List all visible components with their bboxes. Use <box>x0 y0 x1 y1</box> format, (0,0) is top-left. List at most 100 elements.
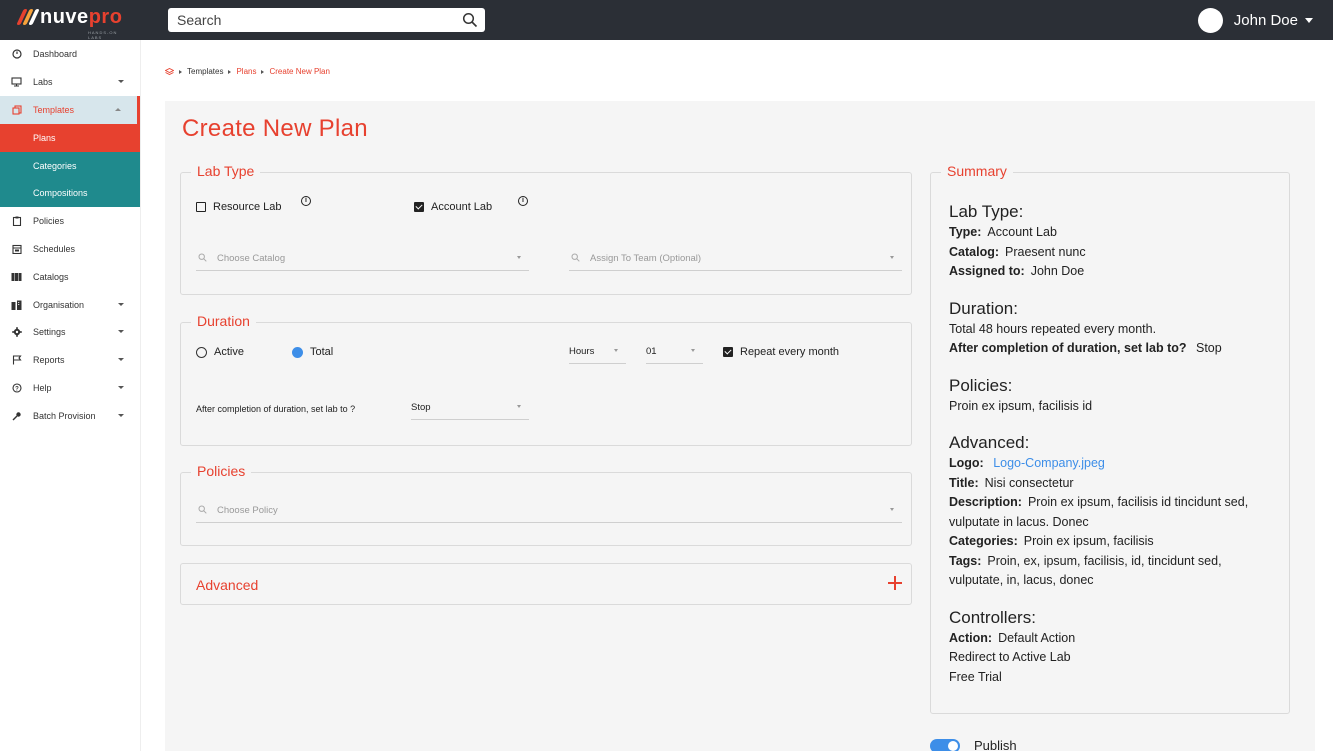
duration-legend: Duration <box>191 313 256 329</box>
duration-unit-select[interactable]: Hours <box>569 338 626 364</box>
sidebar-subitem-compositions[interactable]: Compositions <box>0 179 140 208</box>
user-name: John Doe <box>1233 12 1298 29</box>
policy-select[interactable]: Choose Policy <box>196 497 902 523</box>
sidebar-item-help[interactable]: ? Help <box>0 374 140 402</box>
building-icon <box>11 299 22 310</box>
flag-icon <box>11 355 22 366</box>
chevron-down-icon <box>517 405 521 408</box>
summary-key: Title: <box>949 475 979 490</box>
publish-toggle[interactable]: Publish <box>930 738 1017 751</box>
sidebar-item-organisation[interactable]: Organisation <box>0 291 140 319</box>
repeat-label: Repeat every month <box>740 346 840 358</box>
sidebar-item-policies[interactable]: Policies <box>0 207 140 235</box>
user-menu[interactable]: John Doe <box>1197 8 1313 33</box>
advanced-label: Advanced <box>196 577 259 593</box>
sidebar-item-label: Help <box>33 382 52 393</box>
summary-value: Proin ex ipsum, facilisis id <box>949 398 1093 413</box>
sidebar-item-labs[interactable]: Labs <box>0 68 140 96</box>
duration-amount-value: 01 <box>646 346 657 357</box>
search-icon <box>571 253 580 262</box>
sidebar-item-label: Schedules <box>33 243 76 254</box>
sidebar-item-label: Templates <box>33 104 75 115</box>
summary-value: Praesent nunc <box>1005 244 1086 259</box>
summary-value: Proin ex ipsum, facilisis <box>1023 534 1154 548</box>
policy-placeholder: Choose Policy <box>217 505 278 516</box>
search-input[interactable] <box>168 8 458 32</box>
sidebar-item-label: Batch Provision <box>33 410 96 421</box>
info-icon[interactable]: i <box>301 196 311 206</box>
summary-key: Description: <box>949 495 1022 509</box>
account-lab-checkbox[interactable]: Account Lab <box>414 201 492 213</box>
sidebar-subitem-plans[interactable]: Plans <box>0 123 140 152</box>
logo-file-link[interactable]: Logo-Company.jpeg <box>993 456 1105 470</box>
chevron-down-icon <box>1305 18 1313 23</box>
sidebar-item-label: Labs <box>33 77 53 88</box>
breadcrumb: Templates Plans Create New Plan <box>165 67 330 76</box>
summary-value: Proin, ex, ipsum, facilisis, id, tincidu… <box>949 553 1222 588</box>
sidebar-item-catalogs[interactable]: Catalogs <box>0 263 140 291</box>
summary-value: Account Lab <box>987 225 1057 239</box>
summary-advanced: Advanced: Logo: Logo-Company.jpeg Title:… <box>949 432 1274 591</box>
summary-value: Total 48 hours repeated every month. <box>949 321 1157 336</box>
radio-on-icon <box>292 346 303 358</box>
sidebar-item-reports[interactable]: Reports <box>0 346 140 374</box>
total-label: Total <box>310 346 334 358</box>
chevron-down-icon <box>118 330 124 334</box>
policies-section: Policies Choose Policy <box>180 463 912 546</box>
summary-key: Assigned to: <box>949 264 1025 278</box>
breadcrumb-separator-icon <box>179 69 182 74</box>
summary-lab-type: Lab Type: Type: Account Lab Catalog: Praes… <box>949 201 1274 282</box>
sidebar-item-label: Policies <box>33 216 65 227</box>
checkbox-checked-icon <box>723 347 733 357</box>
publish-label: Publish <box>974 738 1017 751</box>
search-icon[interactable] <box>462 12 478 28</box>
summary-heading: Lab Type: <box>949 202 1024 221</box>
info-icon[interactable]: i <box>518 196 528 206</box>
lab-type-section: Lab Type Resource Lab i Account Lab i Ch… <box>180 163 912 295</box>
clipboard-icon <box>11 216 22 227</box>
summary-value: John Doe <box>1030 264 1085 278</box>
summary-value: Free Trial <box>949 669 1002 684</box>
brand-logo[interactable]: nuvepro HANDS-ON LABS <box>16 6 122 40</box>
summary-value: Nisi consectetur <box>984 475 1074 490</box>
advanced-section[interactable]: Advanced <box>180 563 912 605</box>
repeat-checkbox[interactable]: Repeat every month <box>723 346 839 358</box>
logo-mark-icon <box>16 9 40 27</box>
summary-heading: Duration: <box>949 298 1018 318</box>
resource-lab-checkbox[interactable]: Resource Lab <box>196 201 282 213</box>
sidebar-item-label: Catalogs <box>33 271 69 282</box>
toggle-switch[interactable] <box>930 738 960 751</box>
sidebar-item-schedules[interactable]: Schedules <box>0 235 140 263</box>
after-duration-select[interactable]: Stop <box>411 394 529 420</box>
summary-controllers: Controllers: Action: Default Action Redir… <box>949 607 1274 688</box>
sidebar-item-templates[interactable]: Templates <box>0 96 140 124</box>
plus-icon[interactable] <box>888 576 902 590</box>
calendar-icon <box>11 243 22 254</box>
chevron-up-icon <box>115 108 121 112</box>
summary-heading: Policies: <box>949 375 1013 395</box>
summary-key: Categories: <box>949 534 1018 548</box>
sidebar-subitem-categories[interactable]: Categories <box>0 151 140 180</box>
breadcrumb-plans[interactable]: Plans <box>236 67 256 76</box>
sidebar-item-dashboard[interactable]: Dashboard <box>0 41 140 69</box>
breadcrumb-templates[interactable]: Templates <box>187 67 223 76</box>
summary-key: Tags: <box>949 553 982 568</box>
svg-text:?: ? <box>15 386 19 392</box>
sidebar-item-settings[interactable]: Settings <box>0 318 140 346</box>
layers-icon[interactable] <box>165 67 174 76</box>
active-radio[interactable]: Active <box>196 346 244 358</box>
catalog-select[interactable]: Choose Catalog <box>196 245 529 271</box>
breadcrumb-separator-icon <box>261 69 265 74</box>
total-radio[interactable]: Total <box>292 346 333 358</box>
chevron-down-icon <box>118 80 124 84</box>
summary-heading: Controllers: <box>949 607 1036 627</box>
brand-tagline: HANDS-ON LABS <box>88 30 118 40</box>
team-select[interactable]: Assign To Team (Optional) <box>569 245 902 271</box>
lab-type-legend: Lab Type <box>191 163 261 179</box>
summary-heading: Advanced: <box>949 433 1030 452</box>
summary-key: Action: <box>949 630 993 645</box>
search-icon <box>198 505 207 514</box>
duration-amount-select[interactable]: 01 <box>646 338 703 364</box>
sidebar-item-batch-provision[interactable]: Batch Provision <box>0 402 140 430</box>
monitor-icon <box>11 77 22 88</box>
